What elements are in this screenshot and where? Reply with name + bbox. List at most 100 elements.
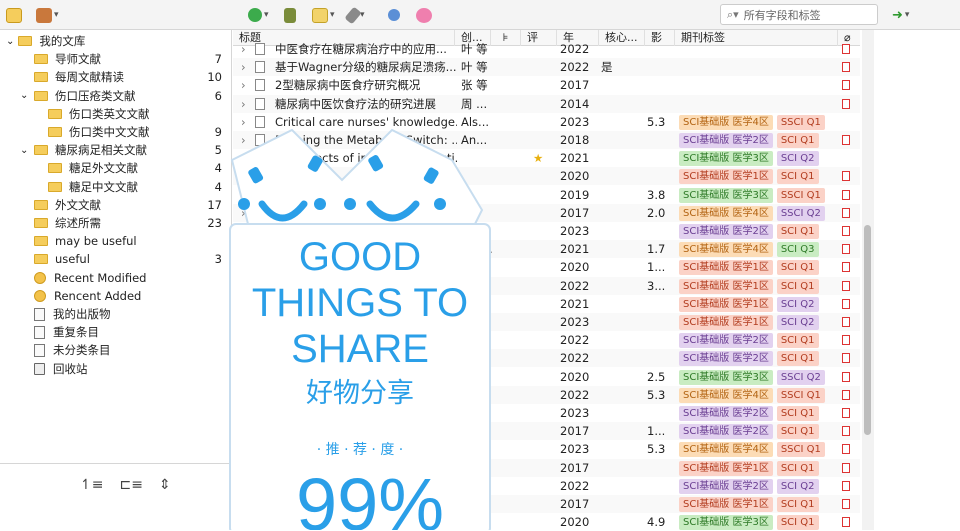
sidebar-item[interactable]: 糖足中文文献 4 — [0, 178, 230, 196]
search-input[interactable]: 所有字段和标签 — [744, 7, 821, 23]
sidebar-item[interactable]: may be useful — [0, 232, 230, 250]
collapse-arrow-icon[interactable]: ⌄ — [20, 90, 28, 101]
sidebar-item[interactable]: Rencent Added — [0, 287, 230, 305]
table-row[interactable]: › 糖尿病中医饮食疗法的研究进展 周 ... 2014 — [233, 94, 860, 113]
journal-tag: SCI Q1 — [776, 333, 819, 349]
pdf-icon[interactable] — [842, 517, 850, 528]
collapse-arrow-icon[interactable]: ⌄ — [20, 145, 28, 156]
journal-tag: SCI基础版 医学2区 — [679, 351, 773, 367]
pdf-icon[interactable] — [842, 371, 850, 382]
sidebar-item[interactable]: 导师文献 7 — [0, 50, 230, 68]
sidebar-item[interactable]: 糖足外文文献 4 — [0, 159, 230, 177]
expand-row-icon[interactable]: › — [241, 95, 251, 113]
pdf-icon[interactable] — [842, 462, 850, 473]
expand-row-icon[interactable]: › — [241, 76, 251, 94]
table-row[interactable]: › 中医食疗在糖尿病治疗中的应用... 叶 等 2022 — [233, 40, 860, 58]
item-core — [601, 149, 641, 167]
pdf-icon[interactable] — [842, 499, 850, 509]
locate-button[interactable]: ➜ ▾ — [892, 6, 909, 24]
sidebar-item[interactable]: Recent Modified — [0, 269, 230, 287]
folder-icon — [34, 54, 48, 65]
pdf-icon[interactable] — [842, 135, 850, 145]
sidebar-item[interactable]: useful 3 — [0, 250, 230, 268]
pdf-icon[interactable] — [842, 98, 850, 109]
advanced-search-button[interactable] — [388, 6, 400, 24]
pdf-icon[interactable] — [842, 389, 850, 400]
item-year: 2023 — [560, 114, 590, 129]
sidebar-item[interactable]: 每周文献精读 10 — [0, 68, 230, 86]
sidebar-item-label: useful — [55, 252, 90, 267]
pdf-icon[interactable] — [842, 171, 850, 182]
sidebar-item[interactable]: 伤口类英文文献 — [0, 105, 230, 123]
folder-icon — [18, 36, 33, 46]
pdf-icon[interactable] — [842, 480, 850, 491]
attach-button[interactable]: ▾ — [344, 6, 365, 24]
pdf-icon[interactable] — [842, 298, 850, 309]
item-core — [601, 422, 641, 440]
tree-icon[interactable]: ⊏≡ — [119, 477, 142, 493]
scrollbar[interactable] — [862, 30, 874, 530]
pdf-icon[interactable] — [842, 80, 850, 91]
new-collection-button[interactable] — [6, 6, 22, 24]
pdf-icon[interactable] — [842, 408, 850, 418]
item-impact — [647, 40, 677, 58]
pdf-icon[interactable] — [842, 444, 850, 455]
item-impact: 5.3 — [647, 442, 666, 457]
pdf-icon[interactable] — [842, 335, 850, 346]
sidebar-item[interactable]: 我的出版物 — [0, 305, 230, 323]
sidebar-item[interactable]: 未分类条目 — [0, 341, 230, 359]
search-icon: ⌕▾ — [727, 7, 739, 21]
journal-tag: SCI Q1 — [776, 515, 819, 531]
item-tags: SCI基础版 医学3区 SSCI Q1 — [679, 186, 839, 204]
item-core — [601, 40, 641, 58]
sticker-line-things: THINGS TO — [252, 281, 468, 325]
scrollbar-thumb[interactable] — [864, 225, 871, 435]
table-row[interactable]: › 2型糖尿病中医食疗研究概况 张 等 2017 — [233, 76, 860, 94]
sort-icon[interactable]: ↿≡ — [80, 477, 103, 493]
expand-row-icon[interactable]: › — [241, 58, 251, 76]
sidebar-item[interactable]: 外文文献 17 — [0, 196, 230, 214]
pdf-icon[interactable] — [842, 44, 850, 54]
sidebar-item[interactable]: ⌄ 伤口压疮类文献 6 — [0, 87, 230, 105]
new-library-button[interactable]: ▾ — [36, 6, 59, 24]
expand-row-icon[interactable]: › — [241, 40, 251, 58]
sidebar-item[interactable]: 重复条目 — [0, 323, 230, 341]
new-note-button[interactable]: ▾ — [312, 6, 335, 24]
item-core — [601, 349, 641, 367]
pdf-icon[interactable] — [842, 62, 850, 73]
pdf-icon[interactable] — [842, 353, 850, 364]
new-item-button[interactable]: ▾ — [248, 6, 269, 24]
pdf-icon[interactable] — [842, 426, 850, 437]
sidebar-item[interactable]: 综述所需 23 — [0, 214, 230, 232]
item-tags: SCI基础版 医学1区 SCI Q1 — [679, 277, 839, 295]
item-year: 2018 — [560, 133, 590, 147]
sidebar-item[interactable]: 回收站 — [0, 360, 230, 378]
saved-search-button[interactable] — [416, 6, 432, 24]
item-count: 4 — [214, 179, 222, 194]
item-title: 2型糖尿病中医食疗研究概况 — [275, 78, 421, 93]
arrow-right-icon: ➜ — [892, 7, 903, 23]
sidebar-item[interactable]: 伤口类中文文献 9 — [0, 123, 230, 141]
item-core — [601, 204, 641, 222]
pdf-icon[interactable] — [842, 226, 850, 236]
pdf-icon[interactable] — [842, 189, 850, 200]
journal-tag: SCI基础版 医学1区 — [679, 260, 773, 276]
item-tags: SCI基础版 医学1区 SCI Q1 — [679, 495, 839, 513]
document-icon — [34, 343, 45, 357]
item-tags — [679, 95, 839, 113]
search-field[interactable]: ⌕▾ 所有字段和标签 — [720, 4, 878, 25]
sticker-overlay: GOOD THINGS TO SHARE 好物分享 · 推 · 荐 · 度 · … — [229, 128, 491, 530]
pdf-icon[interactable] — [842, 317, 850, 327]
table-row[interactable]: › 基于Wagner分级的糖尿病足溃疡... 叶 等 2022 是 — [233, 58, 860, 77]
sidebar-item[interactable]: ⌄ 我的文库 — [0, 32, 230, 50]
item-core — [601, 368, 641, 386]
collapse-arrow-icon[interactable]: ⌄ — [6, 36, 14, 47]
sidebar-item[interactable]: ⌄ 糖尿病足相关文献 5 — [0, 141, 230, 159]
add-by-identifier-button[interactable] — [284, 6, 296, 24]
expand-icon[interactable]: ⇕ — [159, 477, 171, 493]
pdf-icon[interactable] — [842, 280, 850, 291]
pdf-icon[interactable] — [842, 262, 850, 273]
pdf-icon[interactable] — [842, 244, 850, 255]
pdf-icon[interactable] — [842, 207, 850, 218]
journal-tag: SCI Q1 — [776, 169, 819, 185]
